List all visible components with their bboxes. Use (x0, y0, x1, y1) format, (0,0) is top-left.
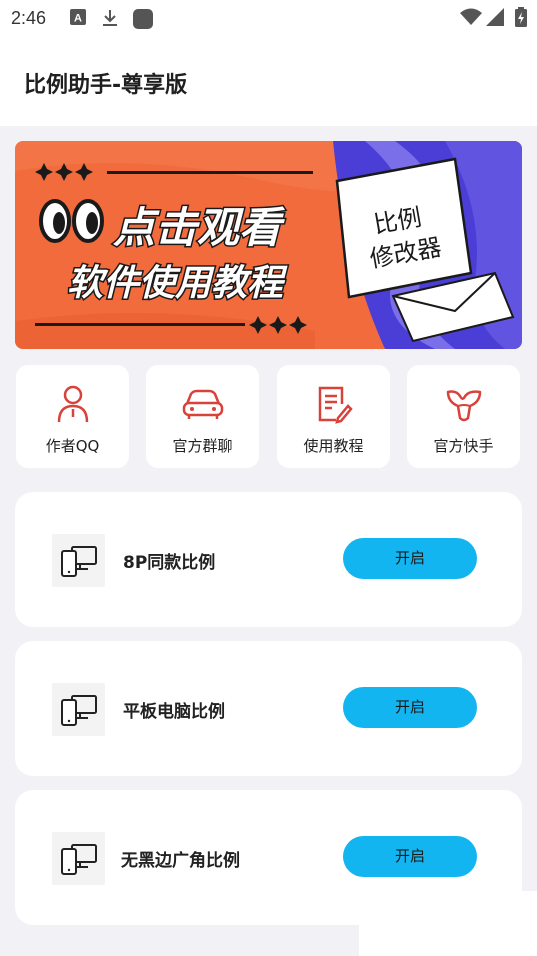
kuaishou-icon (407, 384, 520, 424)
feature-card-tablet-ratio: 平板电脑比例 开启 (15, 641, 522, 776)
shortcut-label: 官方群聊 (172, 437, 233, 455)
feature-title: 8P同款比例 (123, 553, 216, 573)
document-edit-icon (277, 384, 390, 424)
app-bar: 比例助手-尊享版 (0, 38, 537, 126)
status-bar: 2:46 A (0, 0, 537, 38)
shortcut-label: 使用教程 (303, 437, 364, 455)
phone-monitor-icon (52, 534, 105, 587)
shortcut-official-kuaishou[interactable]: 官方快手 (407, 365, 520, 468)
shortcut-author-qq[interactable]: 作者QQ (16, 365, 129, 468)
phone-monitor-icon (52, 832, 105, 885)
tutorial-banner[interactable]: 点击观看 软件使用教程 比例 修改器 (15, 141, 522, 349)
shortcut-usage-tutorial[interactable]: 使用教程 (277, 365, 390, 468)
shortcut-official-group[interactable]: 官方群聊 (146, 365, 259, 468)
svg-text:A: A (74, 13, 82, 25)
enable-button[interactable]: 开启 (343, 538, 477, 579)
person-icon (16, 384, 129, 424)
feature-title: 无黑边广角比例 (121, 851, 240, 871)
battery-icon (515, 7, 527, 31)
banner-subheadline: 软件使用教程 (67, 263, 288, 304)
page-title: 比例助手-尊享版 (24, 73, 188, 98)
status-time: 2:46 (11, 8, 47, 28)
keyboard-icon: A (70, 9, 86, 29)
download-icon (102, 9, 118, 31)
car-icon (146, 384, 259, 424)
wifi-icon (460, 8, 482, 30)
shortcut-label: 官方快手 (433, 437, 494, 455)
signal-icon (486, 8, 504, 30)
enable-button[interactable]: 开启 (343, 836, 477, 877)
enable-button[interactable]: 开启 (343, 687, 477, 728)
banner-headline: 点击观看 (113, 203, 285, 252)
feature-card-8p-ratio: 8P同款比例 开启 (15, 492, 522, 627)
app-notification-icon (133, 9, 153, 33)
feature-title: 平板电脑比例 (123, 702, 225, 722)
shortcut-label: 作者QQ (45, 437, 100, 455)
bottom-overlay (359, 891, 537, 956)
phone-monitor-icon (52, 683, 105, 736)
